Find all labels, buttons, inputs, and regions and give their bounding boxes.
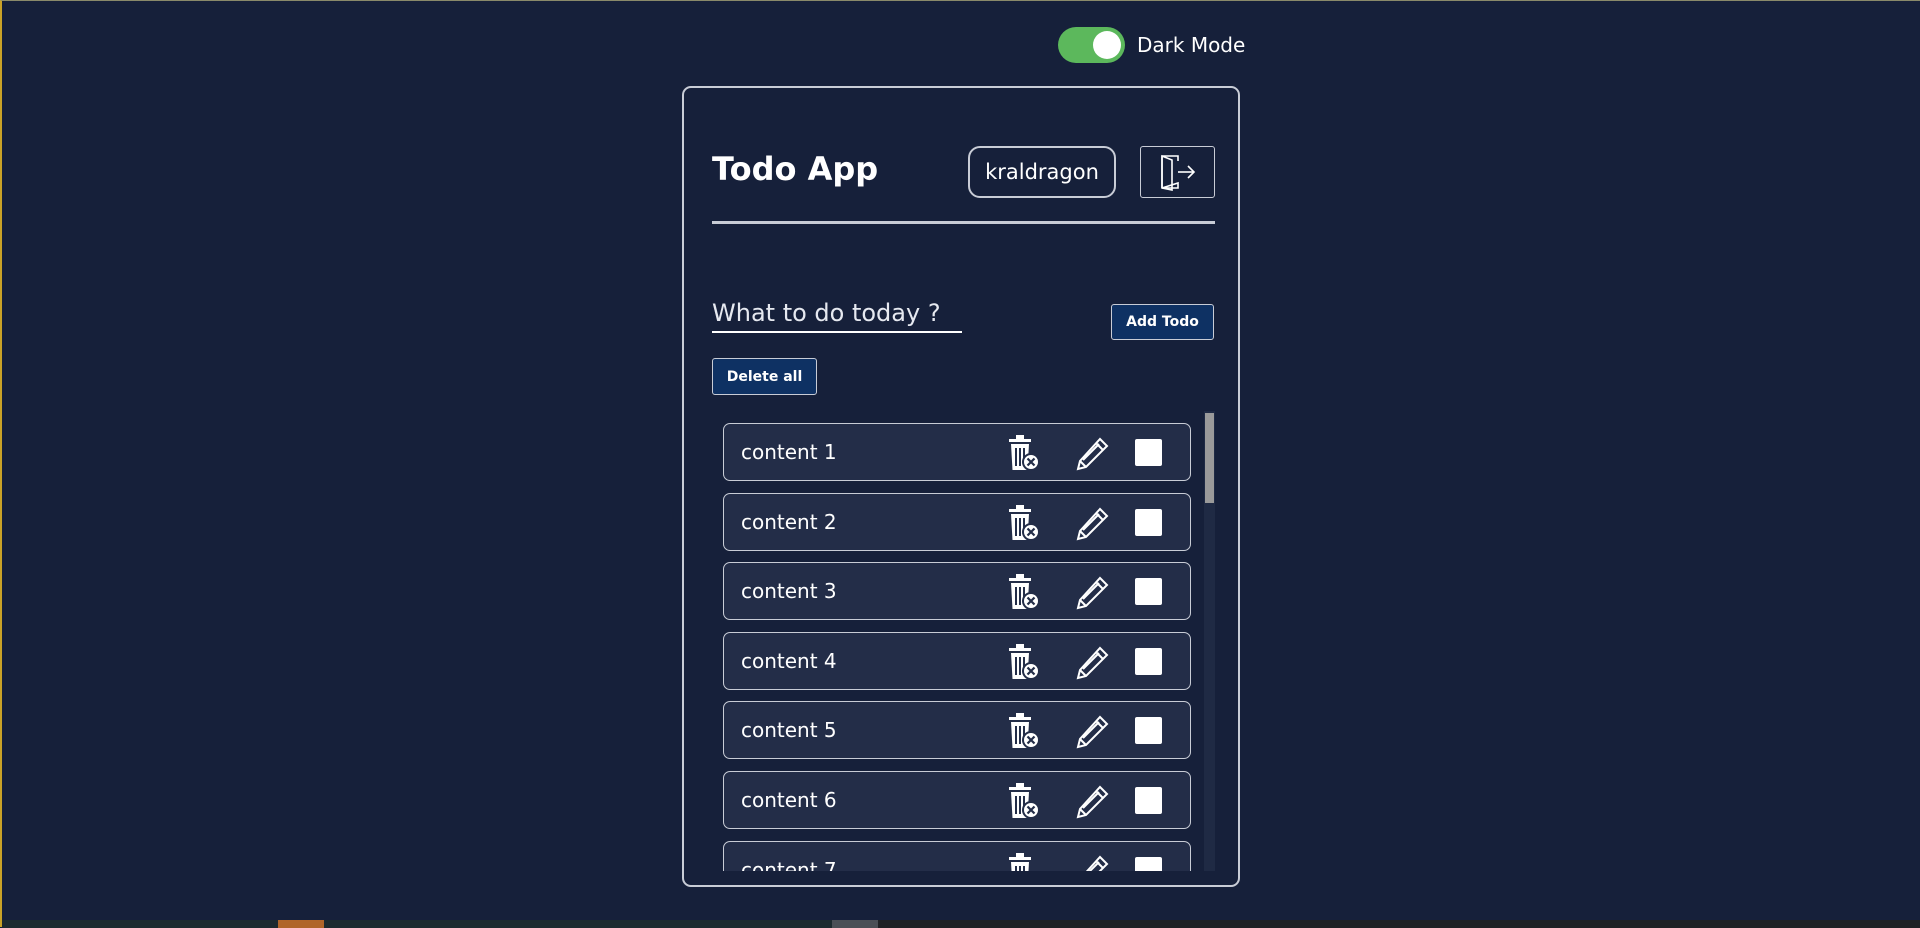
trash-icon[interactable] — [1006, 434, 1040, 472]
trash-icon[interactable] — [1006, 573, 1040, 611]
todo-text: content 2 — [741, 509, 837, 534]
todo-checkbox[interactable] — [1135, 439, 1162, 466]
todo-text: content 4 — [741, 648, 837, 673]
todo-text: content 3 — [741, 579, 837, 604]
door-exit-icon — [1160, 154, 1195, 191]
todo-item: content 1 — [723, 423, 1191, 481]
todo-item: content 2 — [723, 492, 1191, 551]
todo-list: content 1 content 2 content 3 content 4 cont… — [712, 411, 1215, 871]
app-title: Todo App — [712, 150, 879, 188]
todo-text: content 5 — [741, 718, 837, 743]
pencil-icon[interactable] — [1074, 784, 1110, 820]
todo-text: content 7 — [741, 857, 837, 871]
add-todo-button[interactable]: Add Todo — [1111, 304, 1214, 340]
toggle-knob — [1093, 31, 1121, 59]
todo-checkbox[interactable] — [1135, 717, 1162, 745]
todo-input[interactable] — [712, 295, 962, 333]
pencil-icon[interactable] — [1074, 436, 1110, 472]
dark-mode-toggle[interactable] — [1058, 27, 1125, 63]
header-divider — [712, 221, 1215, 224]
todo-item: content 4 — [723, 631, 1191, 690]
dark-mode-label: Dark Mode — [1137, 33, 1246, 57]
todo-checkbox[interactable] — [1135, 787, 1162, 814]
todo-item: content 3 — [723, 562, 1191, 621]
trash-icon[interactable] — [1006, 782, 1040, 820]
pencil-icon[interactable] — [1074, 506, 1110, 542]
username-badge[interactable]: kraldragon — [968, 146, 1116, 198]
todo-item: content 7 — [723, 840, 1191, 871]
todo-text: content 6 — [741, 788, 837, 812]
todo-checkbox[interactable] — [1135, 647, 1162, 675]
delete-all-button[interactable]: Delete all — [712, 358, 817, 395]
scrollbar-track[interactable] — [1204, 411, 1215, 871]
trash-icon[interactable] — [1006, 712, 1040, 750]
pencil-icon[interactable] — [1074, 714, 1110, 750]
logout-button[interactable] — [1140, 146, 1215, 198]
todo-checkbox[interactable] — [1135, 508, 1162, 536]
todo-item: content 6 — [723, 771, 1191, 829]
pencil-icon[interactable] — [1074, 854, 1110, 871]
trash-icon[interactable] — [1006, 504, 1040, 542]
todo-checkbox[interactable] — [1135, 856, 1162, 871]
todo-text: content 1 — [741, 440, 837, 464]
dark-mode-toggle-group: Dark Mode — [1058, 27, 1245, 63]
pencil-icon[interactable] — [1074, 645, 1110, 681]
todo-checkbox[interactable] — [1135, 578, 1162, 606]
pencil-icon[interactable] — [1074, 575, 1110, 611]
todo-item: content 5 — [723, 701, 1191, 760]
todo-card: Todo App kraldragon Add Todo Delete all … — [682, 86, 1240, 887]
scrollbar-thumb[interactable] — [1205, 413, 1214, 503]
trash-icon[interactable] — [1006, 643, 1040, 681]
trash-icon[interactable] — [1006, 852, 1040, 871]
